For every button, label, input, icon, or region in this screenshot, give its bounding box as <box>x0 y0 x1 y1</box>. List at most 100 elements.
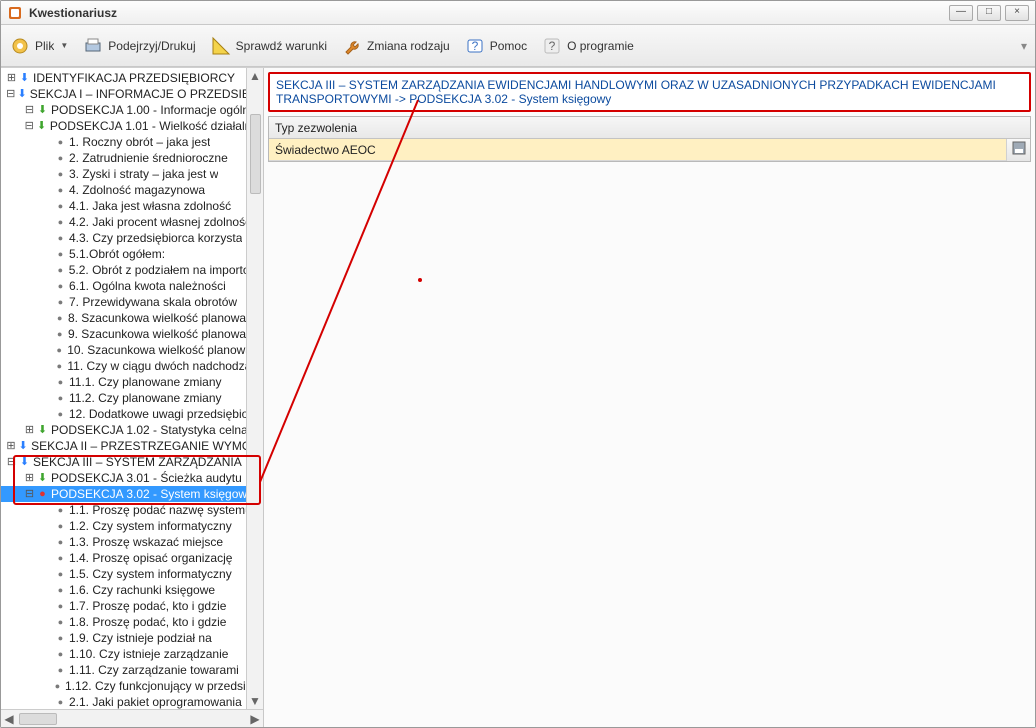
tree-item[interactable]: ⊟⬇SEKCJA III – SYSTEM ZARZĄDZANIA <box>1 454 263 470</box>
tree-item-label: 11. Czy w ciągu dwóch nadchodzących <box>67 358 263 374</box>
disk-icon <box>1012 141 1026 158</box>
tree-item[interactable]: ●4.1. Jaka jest własna zdolność <box>1 198 263 214</box>
tree-item[interactable]: ●4.3. Czy przedsiębiorca korzysta <box>1 230 263 246</box>
bullet-icon: ● <box>54 262 67 278</box>
collapse-icon[interactable]: ⊟ <box>23 486 36 502</box>
bullet-icon: ● <box>54 662 67 678</box>
tree-item[interactable]: ⊞⬇SEKCJA II – PRZESTRZEGANIE WYMOGÓW <box>1 438 263 454</box>
printer-icon <box>82 35 104 57</box>
collapse-icon[interactable]: ⊟ <box>5 86 16 102</box>
expand-icon[interactable]: ⊞ <box>23 470 36 486</box>
tree-item[interactable]: ●4.2. Jaki procent własnej zdolności <box>1 214 263 230</box>
scroll-thumb[interactable] <box>19 713 57 725</box>
tree-item[interactable]: ●6.1. Ogólna kwota należności <box>1 278 263 294</box>
change-type-button[interactable]: Zmiana rodzaju <box>341 35 450 57</box>
row-action-button[interactable] <box>1006 139 1030 161</box>
collapse-icon[interactable]: ⊟ <box>5 454 18 470</box>
scroll-up-icon[interactable]: ▲ <box>249 68 261 84</box>
grid-row[interactable]: Świadectwo AEOC <box>269 139 1030 161</box>
tree-item[interactable]: ●9. Szacunkowa wielkość planowanych <box>1 326 263 342</box>
tree-item-label: PODSEKCJA 3.02 - System księgowy <box>51 486 253 502</box>
bullet-icon: ● <box>54 406 67 422</box>
toolbar-overflow-icon[interactable]: ▾ <box>1021 39 1027 53</box>
tree-item[interactable]: ●2. Zatrudnienie średnioroczne <box>1 150 263 166</box>
tree-item[interactable]: ●5.2. Obrót z podziałem na importowe <box>1 262 263 278</box>
tree-item-label: 4.3. Czy przedsiębiorca korzysta <box>69 230 242 246</box>
tree-scroll[interactable]: ⊞⬇IDENTYFIKACJA PRZEDSIĘBIORCY⊟⬇SEKCJA I… <box>1 68 263 709</box>
tree-item[interactable]: ●1.9. Czy istnieje podział na <box>1 630 263 646</box>
tree-item[interactable]: ●1. Roczny obrót – jaka jest <box>1 134 263 150</box>
tree-item[interactable]: ●1.10. Czy istnieje zarządzanie <box>1 646 263 662</box>
collapse-icon[interactable]: ⊟ <box>23 118 35 134</box>
tree-item-label: 5.1.Obrót ogółem: <box>69 246 165 262</box>
close-button[interactable]: × <box>1005 5 1029 21</box>
tree-item[interactable]: ●1.1. Proszę podać nazwę systemu <box>1 502 263 518</box>
tree-item[interactable]: ●1.3. Proszę wskazać miejsce <box>1 534 263 550</box>
tree-item[interactable]: ●11.2. Czy planowane zmiany <box>1 390 263 406</box>
tree-item[interactable]: ⊞⬇IDENTYFIKACJA PRZEDSIĘBIORCY <box>1 70 263 86</box>
bullet-icon: ● <box>54 630 67 646</box>
tree-item-label: 10. Szacunkowa wielkość planowanych <box>67 342 263 358</box>
tree-item[interactable]: ●1.8. Proszę podać, kto i gdzie <box>1 614 263 630</box>
scroll-right-icon[interactable]: ▶ <box>247 712 263 726</box>
tree-item[interactable]: ⊞⬇PODSEKCJA 3.01 - Ścieżka audytu <box>1 470 263 486</box>
tree-item[interactable]: ●3. Zyski i straty – jaka jest w <box>1 166 263 182</box>
tree-item[interactable]: ●2.1. Jaki pakiet oprogramowania <box>1 694 263 709</box>
expand-icon[interactable]: ⊞ <box>23 422 36 438</box>
tree-item[interactable]: ●5.1.Obrót ogółem: <box>1 246 263 262</box>
expand-icon[interactable]: ⊞ <box>5 70 18 86</box>
bullet-icon: ● <box>54 390 67 406</box>
tree-vertical-scrollbar[interactable]: ▲ ▼ <box>246 68 263 709</box>
check-conditions-button[interactable]: Sprawdź warunki <box>210 35 327 57</box>
tree-item[interactable]: ●10. Szacunkowa wielkość planowanych <box>1 342 263 358</box>
bullet-icon: ● <box>54 134 67 150</box>
tree-item[interactable]: ●7. Przewidywana skala obrotów <box>1 294 263 310</box>
tree-item[interactable]: ⊞⬇PODSEKCJA 1.02 - Statystyka celna <box>1 422 263 438</box>
grid-header[interactable]: Typ zezwolenia <box>269 117 1030 139</box>
arrow-icon: ⬇ <box>36 102 49 118</box>
tree-item[interactable]: ●1.4. Proszę opisać organizację <box>1 550 263 566</box>
tree-item[interactable]: ●1.2. Czy system informatyczny <box>1 518 263 534</box>
dropdown-icon: ▼ <box>60 41 68 50</box>
tree-item-label: 12. Dodatkowe uwagi przedsiębiorcy <box>69 406 263 422</box>
about-button[interactable]: ? O programie <box>541 35 634 57</box>
arrow-icon: ⬇ <box>36 470 49 486</box>
tree-pane: ⊞⬇IDENTYFIKACJA PRZEDSIĘBIORCY⊟⬇SEKCJA I… <box>1 68 264 727</box>
tree-item[interactable]: ●12. Dodatkowe uwagi przedsiębiorcy <box>1 406 263 422</box>
expand-icon[interactable]: ⊞ <box>5 438 17 454</box>
tree-item[interactable]: ●1.12. Czy funkcjonujący w przedsiębiors… <box>1 678 263 694</box>
grid-cell-value: Świadectwo AEOC <box>269 143 1006 157</box>
tree-item[interactable]: ●1.7. Proszę podać, kto i gdzie <box>1 598 263 614</box>
tree-item[interactable]: ●8. Szacunkowa wielkość planowanych <box>1 310 263 326</box>
minimize-button[interactable]: — <box>949 5 973 21</box>
tree-item-label: 1.12. Czy funkcjonujący w przedsiębiorst… <box>65 678 263 694</box>
tree-item-label: 4.2. Jaki procent własnej zdolności <box>69 214 254 230</box>
main-pane: SEKCJA III – SYSTEM ZARZĄDZANIA EWIDENCJ… <box>264 68 1035 727</box>
tree-item[interactable]: ⊟⬇PODSEKCJA 1.00 - Informacje ogólne <box>1 102 263 118</box>
file-menu[interactable]: Plik ▼ <box>9 35 68 57</box>
tree-item-label: SEKCJA II – PRZESTRZEGANIE WYMOGÓW <box>31 438 263 454</box>
tree-item-label: 11.2. Czy planowane zmiany <box>69 390 222 406</box>
tree-item[interactable]: ●1.5. Czy system informatyczny <box>1 566 263 582</box>
scroll-down-icon[interactable]: ▼ <box>249 693 261 709</box>
tree-horizontal-scrollbar[interactable]: ◀ ▶ <box>1 709 263 727</box>
tree-item[interactable]: ⊟⬇SEKCJA I – INFORMACJE O PRZEDSIĘBIORCY <box>1 86 263 102</box>
tree-item[interactable]: ⊟●PODSEKCJA 3.02 - System księgowy <box>1 486 263 502</box>
triangle-ruler-icon <box>210 35 232 57</box>
svg-text:?: ? <box>471 39 478 53</box>
tree-item[interactable]: ●11.1. Czy planowane zmiany <box>1 374 263 390</box>
tree-item[interactable]: ⊟⬇PODSEKCJA 1.01 - Wielkość działalności <box>1 118 263 134</box>
bullet-icon: ● <box>53 358 65 374</box>
preview-print-button[interactable]: Podejrzyj/Drukuj <box>82 35 195 57</box>
tree-item[interactable]: ●11. Czy w ciągu dwóch nadchodzących <box>1 358 263 374</box>
collapse-icon[interactable]: ⊟ <box>23 102 36 118</box>
help-button[interactable]: ? Pomoc <box>464 35 527 57</box>
maximize-button[interactable]: □ <box>977 5 1001 21</box>
scroll-left-icon[interactable]: ◀ <box>1 712 17 726</box>
bullet-icon: ● <box>36 486 49 502</box>
tree-item[interactable]: ●1.11. Czy zarządzanie towarami <box>1 662 263 678</box>
tree-item[interactable]: ●4. Zdolność magazynowa <box>1 182 263 198</box>
tree-item[interactable]: ●1.6. Czy rachunki księgowe <box>1 582 263 598</box>
scroll-thumb[interactable] <box>250 114 261 194</box>
tree-item-label: 1.8. Proszę podać, kto i gdzie <box>69 614 226 630</box>
